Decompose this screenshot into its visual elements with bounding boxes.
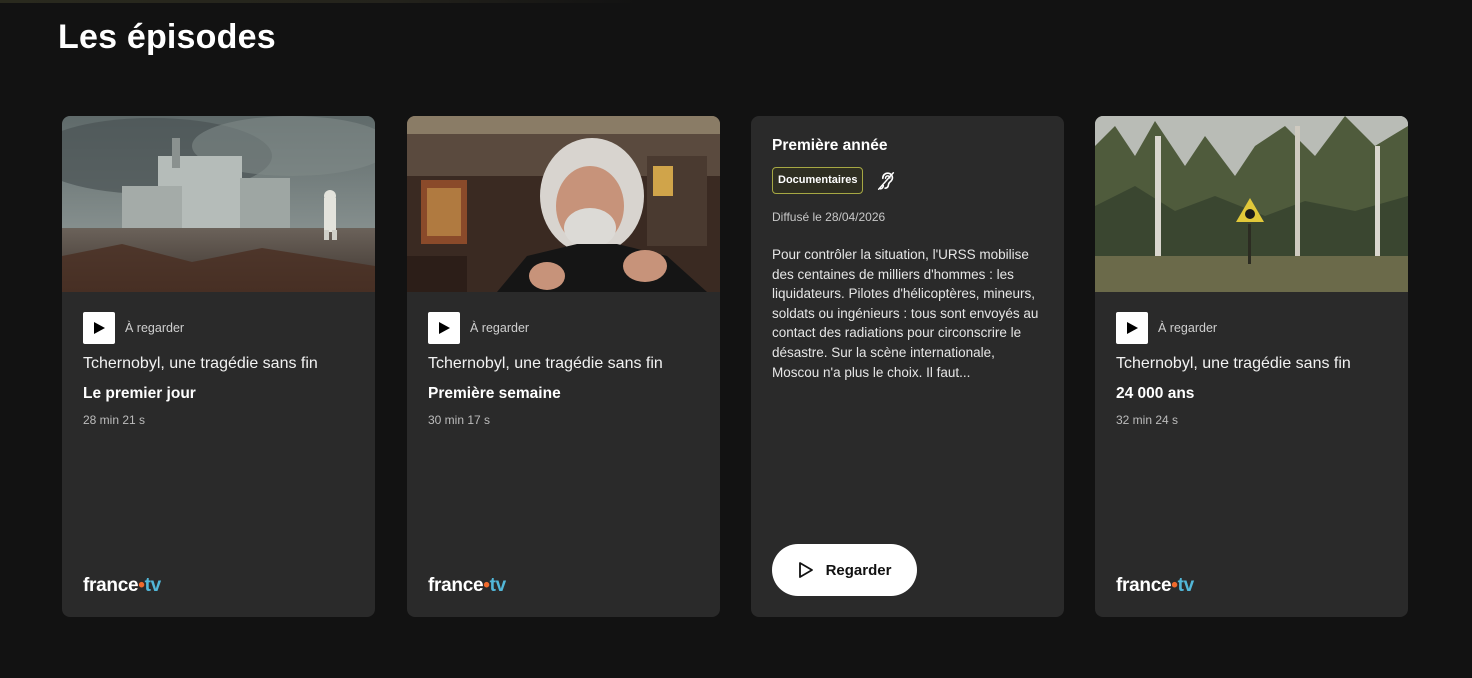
episode-tags: Documentaires	[772, 167, 897, 194]
series-title: Tchernobyl, une tragédie sans fin	[1116, 355, 1351, 372]
francetv-logo: france•tv	[1116, 575, 1194, 596]
watch-status[interactable]: À regarder	[1116, 312, 1390, 344]
section-title: Les épisodes	[58, 18, 276, 56]
episode-card-3-details[interactable]: Première année Documentaires Diffusé le …	[751, 116, 1064, 617]
air-date: Diffusé le 28/04/2026	[772, 210, 886, 224]
francetv-logo: france•tv	[428, 575, 506, 596]
play-outline-icon	[798, 562, 813, 578]
series-title: Tchernobyl, une tragédie sans fin	[428, 355, 663, 372]
watch-button[interactable]: Regarder	[772, 544, 917, 596]
hearing-impaired-icon	[878, 171, 895, 190]
episode-title: Première année	[772, 137, 888, 154]
genre-badge[interactable]: Documentaires	[772, 167, 864, 194]
watch-label: À regarder	[125, 321, 185, 335]
watch-label: À regarder	[470, 321, 530, 335]
episode-duration: 28 min 21 s	[83, 413, 146, 427]
thumbnail-image	[1095, 116, 1408, 292]
episode-title: Le premier jour	[83, 385, 196, 402]
watch-label: À regarder	[1158, 321, 1218, 335]
episode-title: Première semaine	[428, 385, 561, 402]
watch-status[interactable]: À regarder	[428, 312, 702, 344]
watch-status[interactable]: À regarder	[83, 312, 357, 344]
episode-thumbnail[interactable]	[407, 116, 720, 292]
episode-duration: 30 min 17 s	[428, 413, 491, 427]
top-accent-line	[0, 0, 640, 3]
episode-card-1[interactable]: À regarder Tchernobyl, une tragédie sans…	[62, 116, 375, 617]
series-title: Tchernobyl, une tragédie sans fin	[83, 355, 318, 372]
episode-thumbnail[interactable]	[1095, 116, 1408, 292]
play-icon[interactable]	[428, 312, 460, 344]
thumbnail-image	[407, 116, 720, 292]
play-icon[interactable]	[83, 312, 115, 344]
episode-card-2[interactable]: À regarder Tchernobyl, une tragédie sans…	[407, 116, 720, 617]
thumbnail-image	[62, 116, 375, 292]
play-icon[interactable]	[1116, 312, 1148, 344]
episode-title: 24 000 ans	[1116, 385, 1195, 402]
francetv-logo: france•tv	[83, 575, 161, 596]
watch-button-label: Regarder	[825, 561, 892, 579]
episode-card-4[interactable]: À regarder Tchernobyl, une tragédie sans…	[1095, 116, 1408, 617]
episode-synopsis: Pour contrôler la situation, l'URSS mobi…	[772, 247, 1039, 380]
episode-thumbnail[interactable]	[62, 116, 375, 292]
episode-duration: 32 min 24 s	[1116, 413, 1179, 427]
